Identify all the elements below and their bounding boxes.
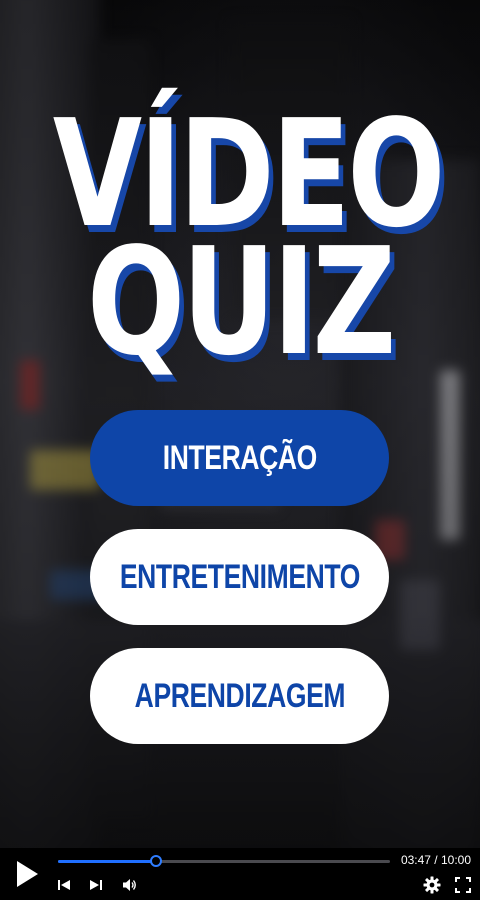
- option-button-interacao[interactable]: INTERAÇÃO: [90, 410, 389, 506]
- option-label: APRENDIZAGEM: [134, 676, 345, 715]
- volume-icon[interactable]: [121, 876, 139, 894]
- progress-fill: [58, 860, 156, 863]
- skip-previous-icon[interactable]: [56, 877, 72, 893]
- gear-icon[interactable]: [422, 875, 441, 894]
- title-line-quiz: QUIZ: [86, 216, 396, 388]
- progress-thumb[interactable]: [149, 855, 162, 867]
- option-label: ENTRETENIMENTO: [119, 557, 360, 596]
- skip-next-icon[interactable]: [88, 877, 104, 893]
- play-icon[interactable]: [14, 859, 40, 889]
- option-button-entretenimento[interactable]: ENTRETENIMENTO: [90, 529, 389, 625]
- player-controls: 03:47 / 10:00: [0, 848, 480, 900]
- time-display: 03:47 / 10:00: [400, 853, 471, 867]
- video-frame[interactable]: VÍDEO QUIZ INTERAÇÃO ENTRETENIMENTO APRE…: [0, 0, 480, 848]
- progress-bar[interactable]: [58, 855, 390, 867]
- option-button-aprendizagem[interactable]: APRENDIZAGEM: [90, 648, 389, 744]
- fullscreen-icon[interactable]: [454, 876, 471, 893]
- option-label: INTERAÇÃO: [162, 438, 317, 477]
